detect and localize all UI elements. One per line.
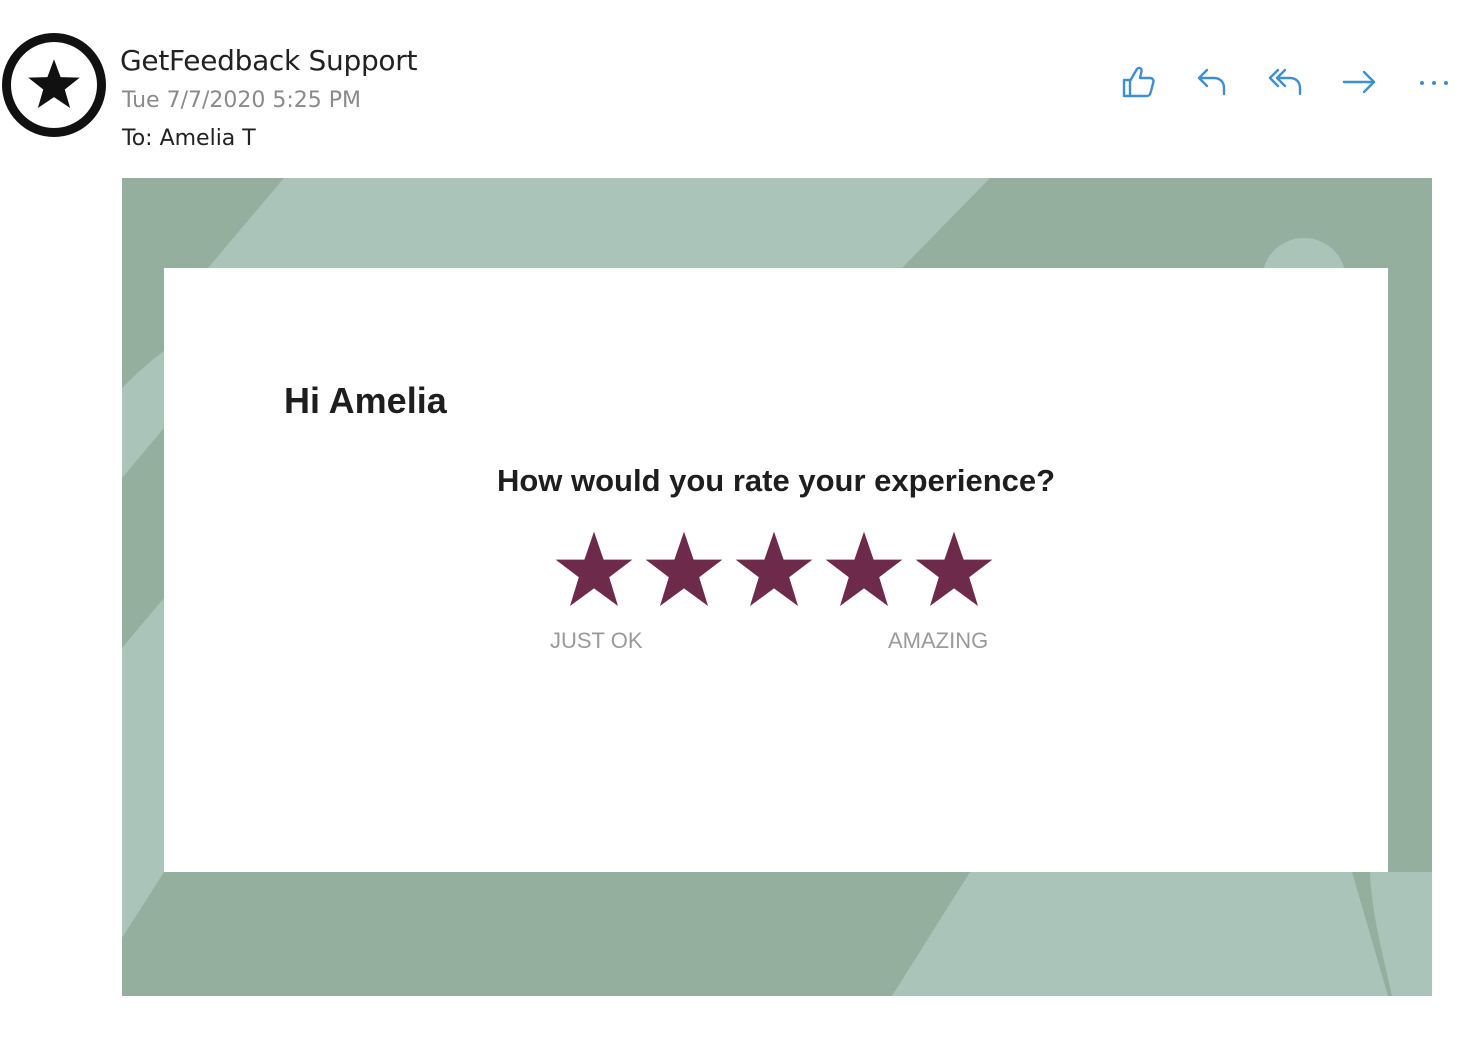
star-icon bbox=[915, 531, 993, 606]
star-rating bbox=[554, 530, 994, 610]
forward-icon bbox=[1342, 70, 1376, 94]
sender-name: GetFeedback Support bbox=[120, 44, 418, 77]
reply-icon bbox=[1197, 68, 1226, 96]
email-actions-toolbar bbox=[1112, 62, 1460, 102]
forward-button[interactable] bbox=[1334, 62, 1386, 102]
sender-avatar bbox=[2, 33, 106, 137]
rating-star-2[interactable] bbox=[644, 530, 724, 610]
survey-question: How would you rate your experience? bbox=[496, 463, 1056, 498]
like-button[interactable] bbox=[1112, 62, 1164, 102]
reply-button[interactable] bbox=[1186, 62, 1238, 102]
star-icon bbox=[735, 531, 813, 606]
star-icon bbox=[645, 531, 723, 606]
more-options-button[interactable] bbox=[1408, 62, 1460, 102]
star-icon bbox=[28, 59, 80, 108]
rating-label-low: JUST OK bbox=[550, 628, 643, 653]
survey-greeting: Hi Amelia bbox=[284, 380, 447, 421]
star-icon bbox=[555, 531, 633, 606]
rating-star-1[interactable] bbox=[554, 530, 634, 610]
email-view: GetFeedback Support Tue 7/7/2020 5:25 PM… bbox=[0, 0, 1480, 1058]
survey-content: Hi Amelia How would you rate your experi… bbox=[164, 268, 1388, 872]
reply-all-icon bbox=[1268, 68, 1302, 96]
rating-star-3[interactable] bbox=[734, 530, 814, 610]
survey-card: Hi Amelia How would you rate your experi… bbox=[122, 178, 1432, 996]
rating-label-high: AMAZING bbox=[888, 628, 989, 653]
thumbs-up-icon bbox=[1122, 66, 1155, 98]
email-recipient: To: Amelia T bbox=[122, 126, 256, 151]
rating-star-4[interactable] bbox=[824, 530, 904, 610]
reply-all-button[interactable] bbox=[1260, 62, 1312, 102]
star-icon bbox=[825, 531, 903, 606]
email-timestamp: Tue 7/7/2020 5:25 PM bbox=[122, 88, 362, 113]
more-icon bbox=[1420, 81, 1448, 85]
rating-star-5[interactable] bbox=[914, 530, 994, 610]
